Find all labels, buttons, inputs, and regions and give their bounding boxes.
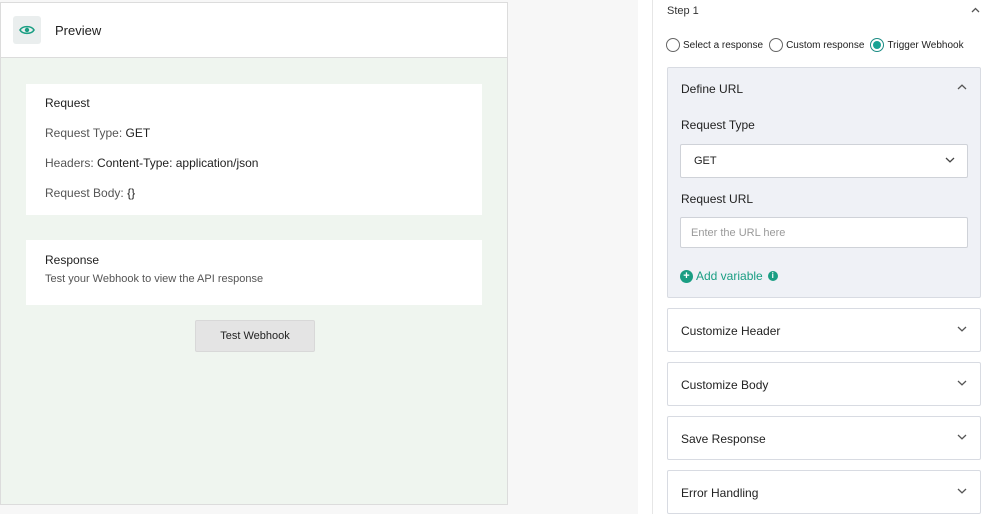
radio-selected-icon[interactable] [870, 38, 885, 52]
chevron-down-icon [957, 326, 967, 332]
radio-trigger-webhook[interactable]: Trigger Webhook [870, 38, 964, 52]
chevron-up-icon[interactable] [957, 84, 967, 90]
section-title: Customize Header [681, 324, 781, 338]
request-type-value: GET [125, 126, 151, 140]
request-type-label: Request Type: [45, 126, 123, 140]
chevron-down-icon [957, 380, 967, 386]
headers-row: Headers: Content-Type: application/json [45, 156, 482, 170]
request-type-row: Request Type: GET [45, 126, 482, 140]
customize-body-section[interactable]: Customize Body [667, 362, 981, 406]
customize-header-section[interactable]: Customize Header [667, 308, 981, 352]
plus-circle-icon: + [680, 269, 693, 283]
request-body-value: {} [127, 186, 136, 200]
radio-label: Custom response [786, 39, 865, 51]
define-url-title[interactable]: Define URL [681, 82, 743, 96]
config-panel: Step 1 Select a response Custom response… [638, 0, 987, 514]
chevron-down-icon [957, 488, 967, 494]
info-icon[interactable]: i [767, 271, 778, 281]
request-title: Request [45, 96, 90, 110]
add-variable-link[interactable]: + Add variable i [680, 269, 778, 283]
response-card: Response Test your Webhook to view the A… [26, 240, 482, 305]
request-body-row: Request Body: {} [45, 186, 482, 200]
response-title: Response [45, 253, 100, 267]
step-label: Step 1 [667, 5, 699, 17]
error-handling-section[interactable]: Error Handling [667, 470, 981, 514]
preview-header: Preview [1, 2, 507, 58]
test-webhook-button[interactable]: Test Webhook [195, 320, 315, 352]
chevron-down-icon [945, 157, 955, 163]
radio-icon[interactable] [666, 38, 680, 52]
radio-icon[interactable] [769, 38, 784, 52]
radio-custom-response[interactable]: Custom response [769, 38, 864, 52]
radio-label: Select a response [683, 39, 764, 51]
request-url-input[interactable] [680, 217, 968, 248]
add-variable-label: Add variable [696, 269, 763, 283]
section-title: Save Response [681, 432, 766, 446]
request-type-label: Request Type [681, 118, 755, 132]
request-body-label: Request Body: [45, 186, 124, 200]
headers-label: Headers: [45, 156, 94, 170]
step-collapse-icon[interactable] [971, 7, 980, 13]
request-card: Request Request Type: GET Headers: Conte… [26, 84, 482, 215]
section-title: Error Handling [681, 486, 759, 500]
request-url-label: Request URL [681, 192, 754, 206]
define-url-section: Define URL Request Type GET Request URL … [667, 67, 981, 298]
response-type-radio-group: Select a response Custom response Trigge… [666, 38, 970, 52]
request-type-select[interactable]: GET [680, 144, 968, 178]
section-title: Customize Body [681, 378, 769, 392]
eye-icon [13, 16, 41, 44]
save-response-section[interactable]: Save Response [667, 416, 981, 460]
headers-value: Content-Type: application/json [97, 156, 259, 170]
radio-label: Trigger Webhook [887, 39, 964, 51]
preview-title: Preview [55, 22, 102, 38]
chevron-down-icon [957, 434, 967, 440]
radio-select-response[interactable]: Select a response [666, 38, 763, 52]
preview-panel: Preview Request Request Type: GET Header… [0, 2, 508, 505]
request-type-selected: GET [694, 155, 717, 167]
response-subtitle: Test your Webhook to view the API respon… [45, 273, 264, 285]
